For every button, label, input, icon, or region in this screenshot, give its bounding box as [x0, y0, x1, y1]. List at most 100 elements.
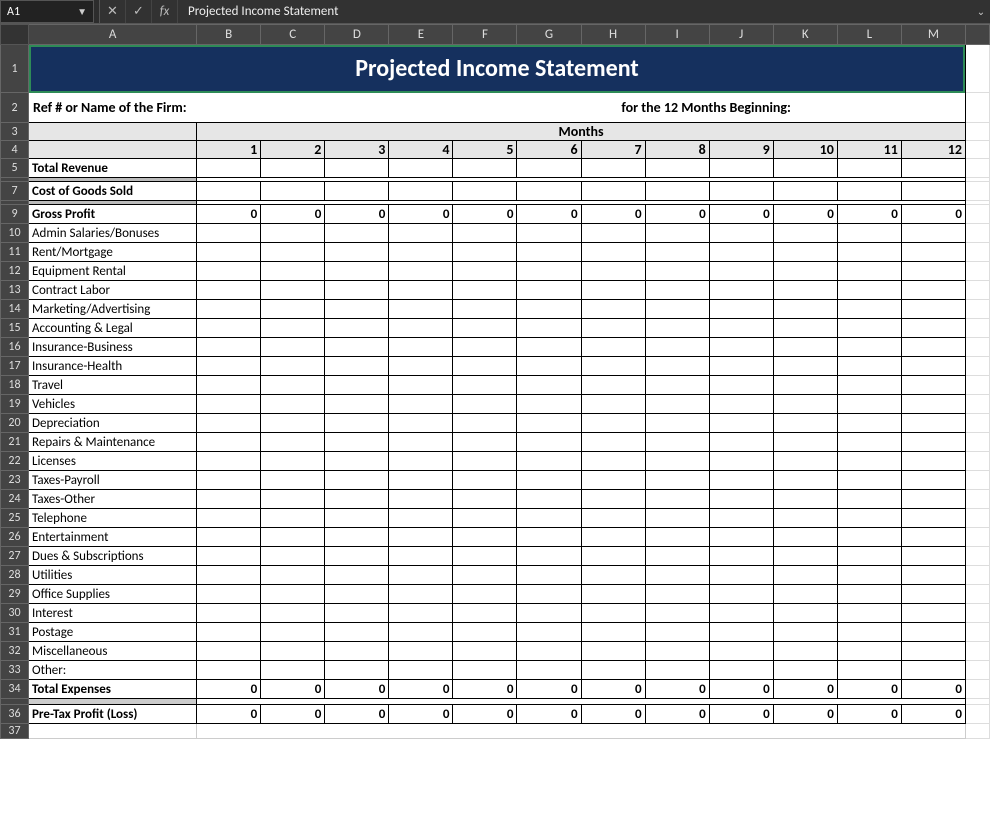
- cell[interactable]: [773, 395, 837, 414]
- cell[interactable]: [773, 661, 837, 680]
- cell[interactable]: [261, 528, 325, 547]
- expense-label[interactable]: Utilities: [29, 566, 197, 585]
- column-header[interactable]: I: [645, 25, 709, 45]
- cell[interactable]: [581, 585, 645, 604]
- cell[interactable]: [325, 585, 389, 604]
- cell[interactable]: [197, 452, 261, 471]
- cell[interactable]: [325, 243, 389, 262]
- cell[interactable]: [261, 414, 325, 433]
- cell[interactable]: [261, 604, 325, 623]
- name-box[interactable]: A1 ▼: [0, 0, 94, 23]
- cell[interactable]: [901, 471, 965, 490]
- row-header[interactable]: 1: [1, 45, 29, 93]
- cell[interactable]: [965, 300, 989, 319]
- row-header[interactable]: 23: [1, 471, 29, 490]
- cell[interactable]: [709, 623, 773, 642]
- cell[interactable]: [837, 452, 901, 471]
- cell[interactable]: [389, 509, 453, 528]
- cell[interactable]: [965, 680, 989, 699]
- cell[interactable]: 0: [453, 680, 517, 699]
- cell[interactable]: [901, 509, 965, 528]
- row-header[interactable]: 13: [1, 281, 29, 300]
- subheader-cell[interactable]: Ref # or Name of the Firm: for the 12 Mo…: [29, 93, 966, 123]
- cell[interactable]: [453, 182, 517, 201]
- row-header[interactable]: 5: [1, 159, 29, 178]
- cell[interactable]: [837, 159, 901, 178]
- cell[interactable]: [197, 604, 261, 623]
- cell[interactable]: 0: [261, 680, 325, 699]
- cell[interactable]: [581, 528, 645, 547]
- cell[interactable]: [389, 319, 453, 338]
- cell[interactable]: [453, 243, 517, 262]
- cell[interactable]: [709, 319, 773, 338]
- cell[interactable]: [773, 623, 837, 642]
- cell[interactable]: [901, 376, 965, 395]
- row-header[interactable]: 22: [1, 452, 29, 471]
- cell[interactable]: [645, 490, 709, 509]
- cell[interactable]: [965, 566, 989, 585]
- cell[interactable]: [965, 705, 989, 724]
- cell[interactable]: [517, 509, 581, 528]
- cell[interactable]: [581, 623, 645, 642]
- cell[interactable]: [581, 604, 645, 623]
- column-header[interactable]: H: [581, 25, 645, 45]
- cell[interactable]: [197, 159, 261, 178]
- cell[interactable]: [325, 224, 389, 243]
- cell[interactable]: [261, 319, 325, 338]
- expense-label[interactable]: Insurance-Health: [29, 357, 197, 376]
- cell[interactable]: [773, 471, 837, 490]
- cell[interactable]: [901, 528, 965, 547]
- cell[interactable]: [965, 141, 989, 159]
- cell[interactable]: [325, 471, 389, 490]
- cell[interactable]: [389, 357, 453, 376]
- cell[interactable]: [709, 262, 773, 281]
- cell[interactable]: [901, 642, 965, 661]
- month-col[interactable]: 9: [709, 141, 773, 159]
- cell[interactable]: [901, 281, 965, 300]
- cell[interactable]: [325, 159, 389, 178]
- row-header[interactable]: 19: [1, 395, 29, 414]
- cell[interactable]: [581, 281, 645, 300]
- select-all-corner[interactable]: [1, 25, 29, 45]
- month-col[interactable]: 6: [517, 141, 581, 159]
- cell[interactable]: [517, 623, 581, 642]
- cell[interactable]: [517, 661, 581, 680]
- cell[interactable]: [389, 224, 453, 243]
- cell[interactable]: [645, 604, 709, 623]
- cell[interactable]: [965, 338, 989, 357]
- row-header[interactable]: 4: [1, 141, 29, 159]
- cell[interactable]: [261, 547, 325, 566]
- cell[interactable]: [901, 604, 965, 623]
- cell[interactable]: [901, 623, 965, 642]
- expense-label[interactable]: Office Supplies: [29, 585, 197, 604]
- expense-label[interactable]: Depreciation: [29, 414, 197, 433]
- month-col[interactable]: 11: [837, 141, 901, 159]
- cell[interactable]: [261, 357, 325, 376]
- cell[interactable]: [517, 243, 581, 262]
- row-header[interactable]: 32: [1, 642, 29, 661]
- cell[interactable]: [197, 182, 261, 201]
- cell[interactable]: [901, 452, 965, 471]
- column-header[interactable]: B: [197, 25, 261, 45]
- cell[interactable]: [965, 604, 989, 623]
- cell[interactable]: [197, 528, 261, 547]
- cell[interactable]: [901, 159, 965, 178]
- row-header[interactable]: 37: [1, 724, 29, 739]
- cell[interactable]: 0: [389, 205, 453, 224]
- cell[interactable]: 0: [837, 705, 901, 724]
- cell[interactable]: [517, 490, 581, 509]
- cell[interactable]: [453, 224, 517, 243]
- expense-label[interactable]: Vehicles: [29, 395, 197, 414]
- row-header[interactable]: 21: [1, 433, 29, 452]
- column-header[interactable]: J: [709, 25, 773, 45]
- cell[interactable]: [29, 724, 197, 739]
- cell[interactable]: [197, 585, 261, 604]
- cell[interactable]: [453, 262, 517, 281]
- column-header[interactable]: G: [517, 25, 581, 45]
- enter-formula-button[interactable]: ✓: [126, 0, 152, 23]
- row-header[interactable]: 14: [1, 300, 29, 319]
- cell[interactable]: [901, 585, 965, 604]
- column-header[interactable]: C: [261, 25, 325, 45]
- cell[interactable]: [325, 566, 389, 585]
- cell[interactable]: [837, 243, 901, 262]
